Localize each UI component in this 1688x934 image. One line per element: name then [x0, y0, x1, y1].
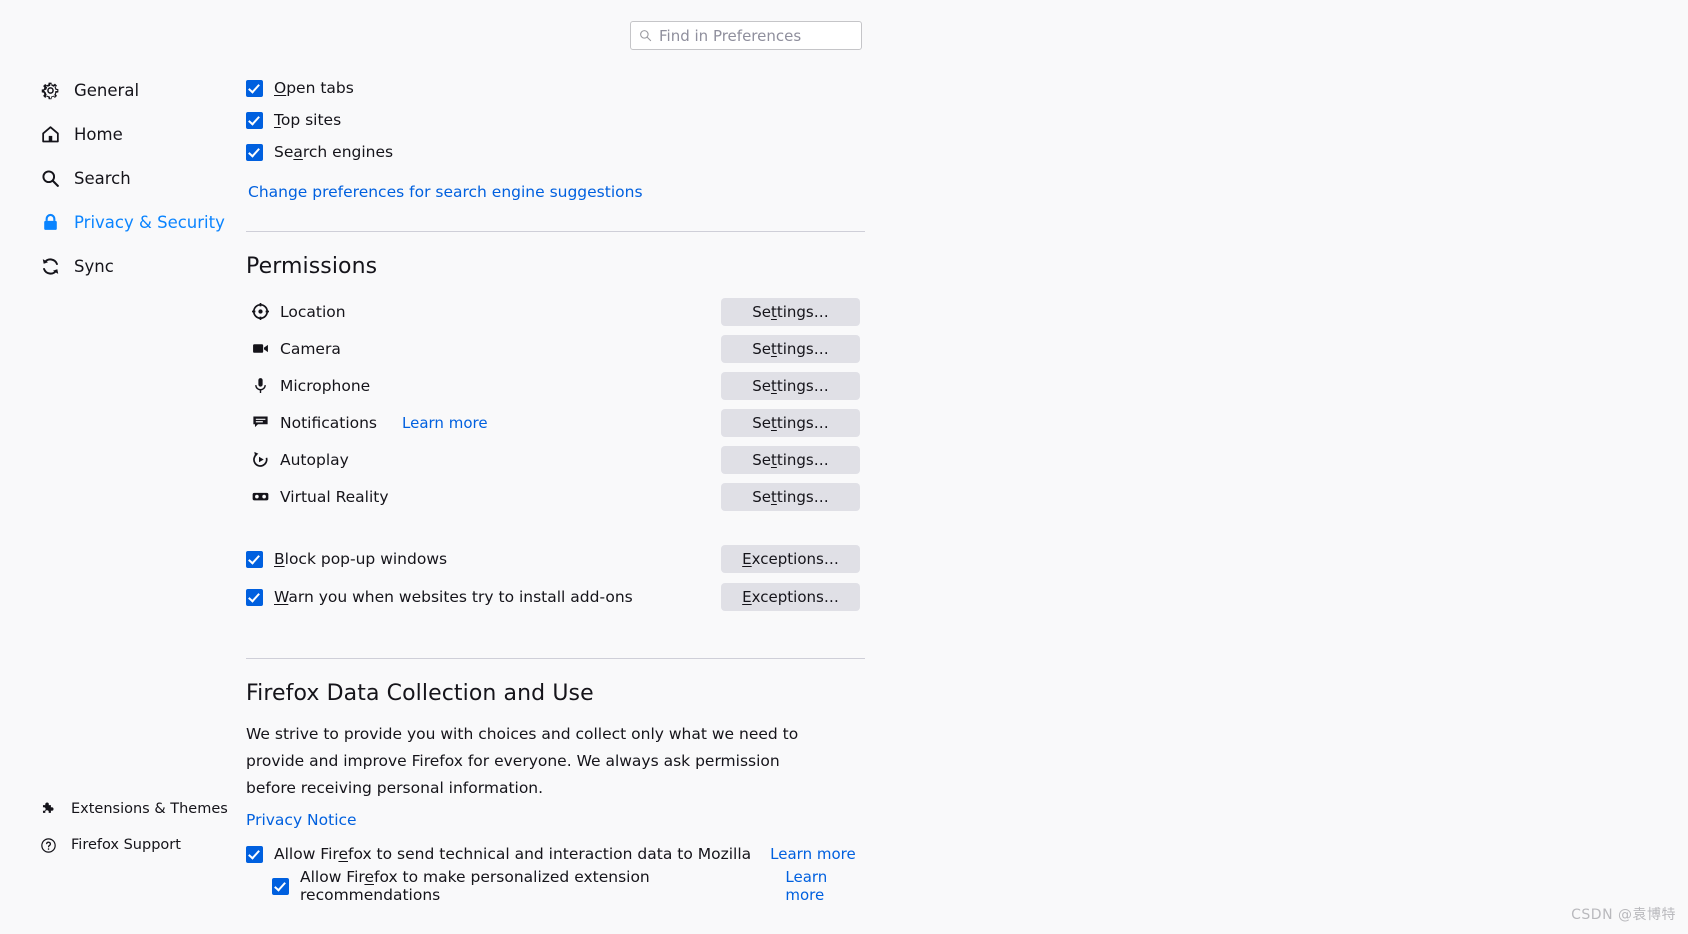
popups-exceptions-button[interactable]: Exceptions…	[721, 545, 860, 573]
notifications-settings-button[interactable]: Settings…	[721, 408, 860, 437]
permission-label-group: Location	[246, 303, 346, 321]
checkbox-row-search-engines[interactable]: Search engines	[246, 136, 866, 168]
permission-label: Autoplay	[280, 450, 349, 469]
permission-label-group: Notifications Learn more	[246, 414, 488, 432]
change-search-suggestion-prefs-link[interactable]: Change preferences for search engine sug…	[248, 183, 643, 201]
location-settings-button[interactable]: Settings…	[721, 297, 860, 326]
permission-row-microphone: Microphone Settings…	[246, 367, 866, 404]
permission-label: Virtual Reality	[280, 487, 389, 506]
data-collection-paragraph: We strive to provide you with choices an…	[246, 725, 799, 797]
permission-row-autoplay: Autoplay Settings…	[246, 441, 866, 478]
address-bar-suggestions-group: Open tabs Top sites Search engines Chang…	[246, 0, 866, 201]
lock-icon	[44, 213, 57, 230]
permission-label: Microphone	[280, 376, 371, 395]
permission-label: Camera	[280, 339, 341, 358]
gear-icon	[41, 82, 59, 99]
warn-addons-checkbox[interactable]	[246, 588, 263, 606]
permission-label-group: Autoplay	[246, 451, 349, 469]
camera-settings-button[interactable]: Settings…	[721, 334, 860, 363]
puzzle-icon	[42, 802, 54, 813]
vr-goggles-icon	[252, 492, 269, 501]
checkbox-row-open-tabs[interactable]: Open tabs	[246, 72, 866, 104]
privacy-notice-link[interactable]: Privacy Notice	[246, 811, 357, 829]
permission-label: Notifications	[280, 413, 378, 432]
search-engines-checkbox[interactable]	[246, 143, 263, 161]
sidebar-item-extensions-themes[interactable]: Extensions & Themes	[0, 791, 235, 827]
sidebar-item-label: Extensions & Themes	[71, 801, 228, 817]
sidebar-item-label: General	[74, 80, 140, 100]
checkbox-row-technical-data[interactable]: Allow Firefox to send technical and inte…	[246, 838, 866, 870]
sidebar-item-home[interactable]: Home	[0, 112, 235, 156]
permission-row-camera: Camera Settings…	[246, 330, 866, 367]
sidebar-item-sync[interactable]: Sync	[0, 244, 235, 288]
permission-row-virtual-reality: Virtual Reality Settings…	[246, 478, 866, 515]
autoplay-settings-button[interactable]: Settings…	[721, 445, 860, 474]
extension-recommendations-learn-more-link[interactable]: Learn more	[785, 868, 866, 904]
checkbox-label: Open tabs	[274, 79, 354, 97]
preferences-sidebar: General Home Search Privacy & Security S…	[0, 68, 235, 288]
location-icon	[252, 303, 269, 320]
preferences-main-panel: Open tabs Top sites Search engines Chang…	[246, 0, 866, 904]
sync-icon	[42, 257, 59, 275]
csdn-watermark: CSDN @袁博特	[1571, 907, 1676, 923]
checkbox-label: Block pop-up windows	[274, 550, 448, 568]
permission-row-location: Location Settings…	[246, 293, 866, 330]
sidebar-item-label: Home	[74, 124, 123, 144]
permission-row-notifications: Notifications Learn more Settings…	[246, 404, 866, 441]
permissions-list: Location Settings… Camera Settings… Micr…	[246, 293, 866, 515]
checkbox-row-warn-addons: Warn you when websites try to install ad…	[246, 578, 866, 616]
checkbox-label: Warn you when websites try to install ad…	[274, 588, 633, 606]
technical-data-checkbox[interactable]	[246, 845, 263, 863]
microphone-settings-button[interactable]: Settings…	[721, 371, 860, 400]
home-icon	[42, 125, 59, 142]
question-circle-icon	[41, 837, 56, 853]
checkbox-row-extension-recommendations[interactable]: Allow Firefox to make personalized exten…	[246, 868, 866, 904]
block-popups-group[interactable]: Block pop-up windows	[246, 550, 447, 568]
sidebar-item-search[interactable]: Search	[0, 156, 235, 200]
technical-data-learn-more-link[interactable]: Learn more	[770, 845, 856, 863]
sidebar-item-general[interactable]: General	[0, 68, 235, 112]
data-collection-checkboxes: Allow Firefox to send technical and inte…	[246, 838, 866, 904]
sidebar-item-label: Sync	[74, 256, 114, 276]
block-popups-checkbox[interactable]	[246, 550, 263, 568]
sidebar-item-firefox-support[interactable]: Firefox Support	[0, 827, 235, 863]
extension-recommendations-checkbox[interactable]	[272, 877, 289, 895]
checkbox-label: Top sites	[274, 111, 342, 129]
sidebar-item-privacy-security[interactable]: Privacy & Security	[0, 200, 235, 244]
sidebar-bottom-links: Extensions & Themes Firefox Support	[0, 791, 235, 863]
microphone-icon	[255, 378, 266, 393]
data-collection-heading: Firefox Data Collection and Use	[246, 681, 594, 706]
permission-label-group: Virtual Reality	[246, 488, 389, 506]
virtual-reality-settings-button[interactable]: Settings…	[721, 482, 860, 511]
sidebar-item-label: Firefox Support	[71, 837, 181, 853]
divider	[246, 658, 865, 659]
permissions-heading: Permissions	[246, 254, 378, 279]
sidebar-item-label: Search	[74, 168, 131, 188]
checkbox-label: Search engines	[274, 143, 394, 161]
top-sites-checkbox[interactable]	[246, 111, 263, 129]
warn-addons-group[interactable]: Warn you when websites try to install ad…	[246, 588, 633, 606]
notification-icon	[253, 416, 268, 428]
notifications-learn-more-link[interactable]: Learn more	[402, 414, 488, 432]
checkbox-row-top-sites[interactable]: Top sites	[246, 104, 866, 136]
permissions-checkbox-group: Block pop-up windows Exceptions… Warn yo…	[246, 540, 866, 616]
camera-icon	[253, 344, 268, 353]
divider	[246, 231, 865, 232]
permission-label: Location	[280, 302, 346, 321]
permission-label-group: Microphone	[246, 377, 370, 395]
checkbox-label: Allow Firefox to make personalized exten…	[300, 868, 650, 904]
autoplay-icon	[253, 451, 268, 467]
sidebar-item-label: Privacy & Security	[74, 212, 225, 232]
permission-label-group: Camera	[246, 340, 341, 358]
checkbox-label: Allow Firefox to send technical and inte…	[274, 845, 752, 863]
checkbox-row-block-popups: Block pop-up windows Exceptions…	[246, 540, 866, 578]
addons-exceptions-button[interactable]: Exceptions…	[721, 583, 860, 611]
open-tabs-checkbox[interactable]	[246, 79, 263, 97]
search-icon	[42, 169, 59, 187]
